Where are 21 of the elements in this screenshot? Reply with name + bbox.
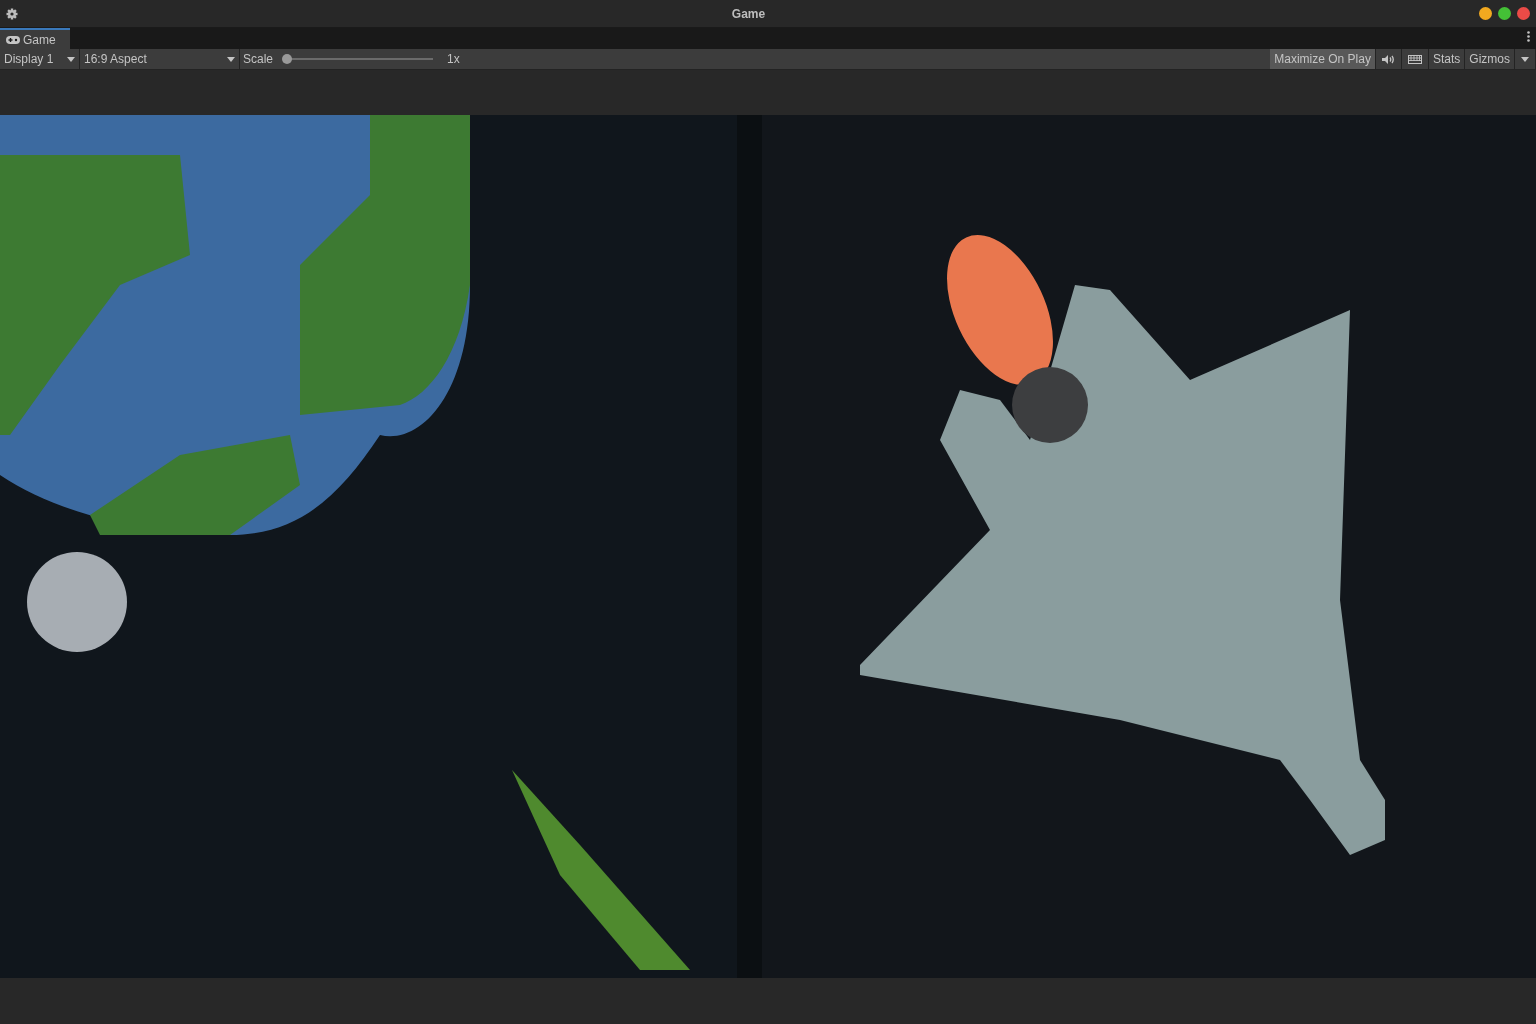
keyboard-icon <box>1407 54 1422 64</box>
settings-icon[interactable] <box>6 7 18 20</box>
maximize-button[interactable] <box>1498 7 1511 20</box>
minimize-button[interactable] <box>1479 7 1492 20</box>
gamepad-icon <box>6 35 20 44</box>
maximize-on-play-toggle[interactable]: Maximize On Play <box>1270 49 1376 69</box>
speaker-icon <box>1381 54 1395 64</box>
window-title: Game <box>731 5 766 23</box>
stats-toggle[interactable]: Stats <box>1428 49 1466 69</box>
scale-label: Scale <box>243 51 274 68</box>
tab[interactable]: Game <box>0 28 70 49</box>
slider-thumb[interactable] <box>282 54 293 64</box>
caret-icon <box>67 56 75 62</box>
more-options-icon[interactable] <box>1527 31 1530 42</box>
aspect-dropdown[interactable]: 16:9 Aspect <box>80 49 240 69</box>
display-dropdown[interactable]: Display 1 <box>0 49 80 69</box>
caret-icon <box>227 56 235 62</box>
close-button[interactable] <box>1517 7 1530 20</box>
caret-icon <box>1521 56 1529 62</box>
gizmos-toggle[interactable]: Gizmos <box>1465 49 1515 69</box>
scale-reading: 1x <box>447 51 460 68</box>
